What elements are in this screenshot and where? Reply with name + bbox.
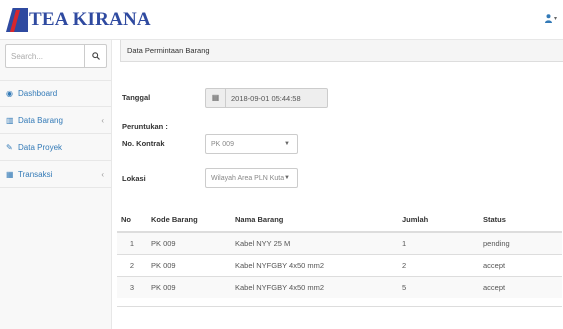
table-divider [117,306,562,307]
kontrak-select[interactable]: PK 009 ▼ [205,134,298,154]
column-header-nama-barang: Nama Barang [231,208,398,233]
column-header-status: Status [479,208,562,233]
cell-jumlah: 5 [398,275,479,298]
sidebar-item-label: Dashboard [18,89,58,98]
user-icon [544,14,552,23]
brand-logo[interactable]: TEA KIRANA [6,5,151,35]
chevron-left-icon: ‹ [101,169,104,179]
bar-chart-icon: ▥ [6,115,14,125]
edit-icon: ✎ [6,142,13,152]
cell-nama-barang: Kabel NYFGBY 4x50 mm2 [231,253,398,276]
chevron-left-icon: ‹ [101,115,104,125]
peruntukan-label: Peruntukan : [122,122,168,131]
cell-kode-barang: PK 009 [147,231,231,254]
cell-kode-barang: PK 009 [147,275,231,298]
cell-jumlah: 2 [398,253,479,276]
sidebar-item-dashboard[interactable]: ◉ Dashboard [0,80,111,107]
search-icon [91,52,100,60]
panel-title: Data Permintaan Barang [120,40,563,62]
column-header-kode-barang: Kode Barang [147,208,231,233]
sidebar-item-data-barang[interactable]: ▥ Data Barang ‹ [0,107,111,134]
sidebar-item-transaksi[interactable]: ▦ Transaksi ‹ [0,161,111,188]
sidebar-item-label: Data Proyek [18,142,63,152]
table-row: 1 PK 009 Kabel NYY 25 M 1 pending [117,231,562,254]
tanggal-value: 2018-09-01 05:44:58 [231,93,301,103]
tanggal-label: Tanggal [122,93,151,102]
cell-status: pending [479,231,562,254]
lokasi-label: Lokasi [122,174,146,183]
main-content: Data Permintaan Barang Tanggal ▦ 2018-09… [113,40,563,329]
column-header-no: No [117,208,147,233]
search-input[interactable] [6,51,84,61]
brand-name: TEA KIRANA [29,9,151,30]
sidebar-search [5,44,107,68]
chevron-down-icon: ▾ [553,16,557,22]
cell-status: accept [479,275,562,298]
chevron-down-icon: ▼ [284,141,290,147]
user-menu-dropdown[interactable]: ▾ [544,14,557,23]
items-table: No Kode Barang Nama Barang Jumlah Status… [117,208,562,298]
lokasi-select[interactable]: Wilayah Area PLN Kuta ▼ [205,168,298,188]
top-navbar: TEA KIRANA ▾ [0,0,563,40]
column-header-jumlah: Jumlah [398,208,479,233]
table-icon: ▦ [6,169,14,179]
logo-mark-icon [6,8,28,32]
calendar-icon: ▦ [206,89,226,107]
lokasi-value: Wilayah Area PLN Kuta [211,174,285,182]
cell-status: accept [479,253,562,276]
table-row: 2 PK 009 Kabel NYFGBY 4x50 mm2 2 accept [117,253,562,276]
cell-jumlah: 1 [398,231,479,254]
tanggal-field: ▦ 2018-09-01 05:44:58 [205,88,328,108]
cell-nama-barang: Kabel NYY 25 M [231,231,398,254]
table-header-row: No Kode Barang Nama Barang Jumlah Status [117,208,562,233]
sidebar-nav: ◉ Dashboard ▥ Data Barang ‹ ✎ Data Proye… [0,80,111,188]
sidebar-item-data-proyek[interactable]: ✎ Data Proyek [0,134,111,161]
cell-no: 1 [117,231,147,254]
cell-no: 2 [117,253,147,276]
cell-nama-barang: Kabel NYFGBY 4x50 mm2 [231,275,398,298]
dashboard-icon: ◉ [6,89,13,98]
sidebar-item-label: Data Barang [18,115,63,125]
sidebar-item-label: Transaksi [18,169,53,179]
cell-no: 3 [117,275,147,298]
table-row: 3 PK 009 Kabel NYFGBY 4x50 mm2 5 accept [117,275,562,298]
search-button[interactable] [84,45,106,67]
kontrak-label: No. Kontrak [122,139,165,148]
kontrak-value: PK 009 [211,140,234,148]
chevron-down-icon: ▼ [284,175,290,181]
cell-kode-barang: PK 009 [147,253,231,276]
